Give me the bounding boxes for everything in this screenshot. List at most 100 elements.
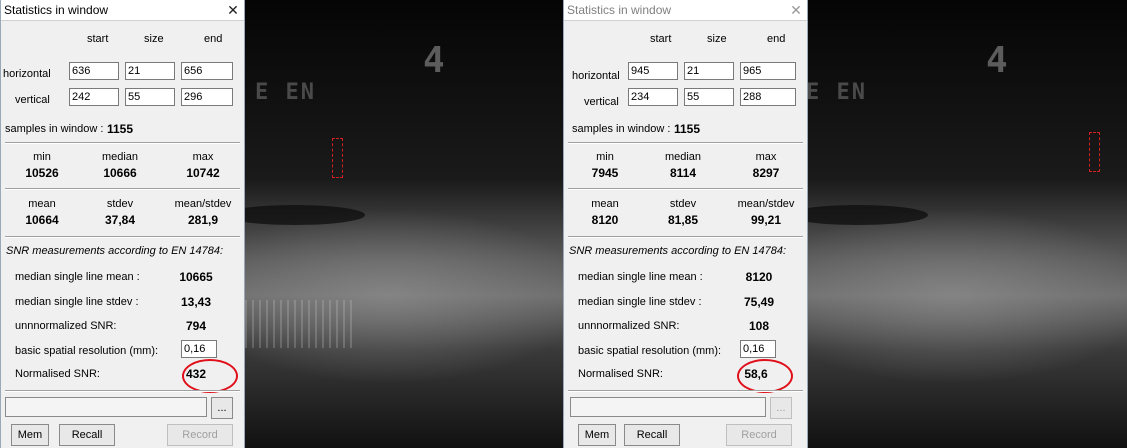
v-size-field[interactable]: 55: [125, 88, 175, 106]
stdev-value: 37,84: [104, 213, 136, 227]
median-label: median: [101, 151, 139, 163]
msl-stdev-label: median single line stdev :: [578, 296, 702, 308]
unnormalized-snr-label: unnnormalized SNR:: [15, 320, 117, 332]
image-digit: 4: [986, 40, 1008, 81]
close-icon[interactable]: ✕: [785, 2, 807, 19]
median-value: 8114: [669, 166, 697, 180]
divider: [5, 142, 240, 144]
divider: [568, 390, 803, 392]
roi-marker[interactable]: [1089, 132, 1100, 172]
highlight-circle: [737, 359, 793, 393]
left-screenshot: Statistics in window ✕ start size end ho…: [0, 0, 563, 448]
divider: [568, 236, 803, 238]
title-bar: Statistics in window ✕: [564, 0, 807, 21]
path-field[interactable]: [5, 397, 207, 417]
stdev-label: stdev: [669, 198, 697, 210]
horizontal-label: horizontal: [3, 68, 51, 80]
stdev-label: stdev: [106, 198, 134, 210]
col-size-label: size: [144, 33, 164, 45]
unnormalized-snr-value: 108: [748, 319, 770, 333]
path-field[interactable]: [570, 397, 766, 417]
snr-heading: SNR measurements according to EN 14784:: [6, 245, 224, 257]
msl-mean-label: median single line mean :: [15, 271, 140, 283]
col-end-label: end: [204, 33, 223, 45]
stdev-value: 81,85: [667, 213, 699, 227]
image-embossed-text: E EN: [255, 80, 316, 105]
mem-button[interactable]: Mem: [11, 424, 49, 446]
col-end-label: end: [767, 33, 786, 45]
mean-stdev-label: mean/stdev: [737, 198, 795, 210]
min-label: min: [33, 151, 51, 163]
normalised-snr-label: Normalised SNR:: [578, 368, 663, 380]
min-value: 10526: [25, 166, 59, 180]
col-start-label: start: [87, 33, 109, 45]
min-value: 7945: [591, 166, 619, 180]
min-label: min: [596, 151, 614, 163]
samples-value: 1155: [107, 122, 134, 136]
max-label: max: [192, 151, 214, 163]
col-start-label: start: [650, 33, 672, 45]
snr-heading: SNR measurements according to EN 14784:: [569, 245, 787, 257]
v-end-field[interactable]: 296: [181, 88, 233, 106]
msl-stdev-value: 75,49: [743, 295, 775, 309]
image-digit: 4: [423, 40, 445, 81]
normalised-snr-label: Normalised SNR:: [15, 368, 100, 380]
unnormalized-snr-label: unnnormalized SNR:: [578, 320, 680, 332]
v-start-field[interactable]: 242: [69, 88, 119, 106]
image-embossed-text: E EN: [808, 80, 867, 105]
msl-mean-value: 10665: [179, 270, 213, 284]
max-label: max: [755, 151, 777, 163]
msl-mean-value: 8120: [745, 270, 773, 284]
title-bar: Statistics in window ✕: [1, 0, 244, 21]
basic-spatial-resolution-label: basic spatial resolution (mm):: [578, 345, 722, 357]
divider: [568, 188, 803, 190]
record-button[interactable]: Record: [167, 424, 233, 446]
statistics-window-left: Statistics in window ✕ start size end ho…: [0, 0, 245, 448]
right-screenshot: Statistics in window ✕ start size end ho…: [563, 0, 1127, 448]
image-shadow: [245, 205, 365, 225]
max-value: 8297: [752, 166, 780, 180]
median-label: median: [664, 151, 702, 163]
window-title: Statistics in window: [567, 3, 672, 17]
recall-button[interactable]: Recall: [59, 424, 115, 446]
divider: [568, 142, 803, 144]
browse-button[interactable]: ...: [770, 397, 792, 419]
xray-image-left: 4 E EN: [245, 0, 563, 448]
h-size-field[interactable]: 21: [684, 62, 734, 80]
divider: [5, 390, 240, 392]
divider: [5, 188, 240, 190]
v-start-field[interactable]: 234: [628, 88, 678, 106]
window-title: Statistics in window: [4, 3, 109, 17]
browse-button[interactable]: ...: [211, 397, 233, 419]
h-end-field[interactable]: 656: [181, 62, 233, 80]
samples-label: samples in window :: [5, 123, 104, 135]
recall-button[interactable]: Recall: [624, 424, 680, 446]
mean-stdev-value: 99,21: [750, 213, 782, 227]
horizontal-label: horizontal: [572, 70, 620, 82]
basic-spatial-resolution-field[interactable]: 0,16: [181, 340, 217, 358]
mean-stdev-label: mean/stdev: [174, 198, 232, 210]
msl-mean-label: median single line mean :: [578, 271, 703, 283]
roi-marker[interactable]: [332, 138, 343, 178]
median-value: 10666: [103, 166, 137, 180]
mean-label: mean: [591, 198, 619, 210]
samples-label: samples in window :: [572, 123, 671, 135]
mem-button[interactable]: Mem: [578, 424, 616, 446]
basic-spatial-resolution-field[interactable]: 0,16: [740, 340, 776, 358]
unnormalized-snr-value: 794: [185, 319, 207, 333]
basic-spatial-resolution-label: basic spatial resolution (mm):: [15, 345, 159, 357]
h-start-field[interactable]: 636: [69, 62, 119, 80]
vertical-label: vertical: [15, 94, 50, 106]
image-line-pairs: [245, 300, 355, 348]
h-size-field[interactable]: 21: [125, 62, 175, 80]
v-end-field[interactable]: 288: [740, 88, 796, 106]
close-icon[interactable]: ✕: [222, 2, 244, 19]
record-button[interactable]: Record: [726, 424, 792, 446]
image-shadow: [808, 205, 928, 225]
max-value: 10742: [186, 166, 220, 180]
msl-stdev-label: median single line stdev :: [15, 296, 139, 308]
v-size-field[interactable]: 55: [684, 88, 734, 106]
h-start-field[interactable]: 945: [628, 62, 678, 80]
h-end-field[interactable]: 965: [740, 62, 796, 80]
vertical-label: vertical: [584, 96, 619, 108]
